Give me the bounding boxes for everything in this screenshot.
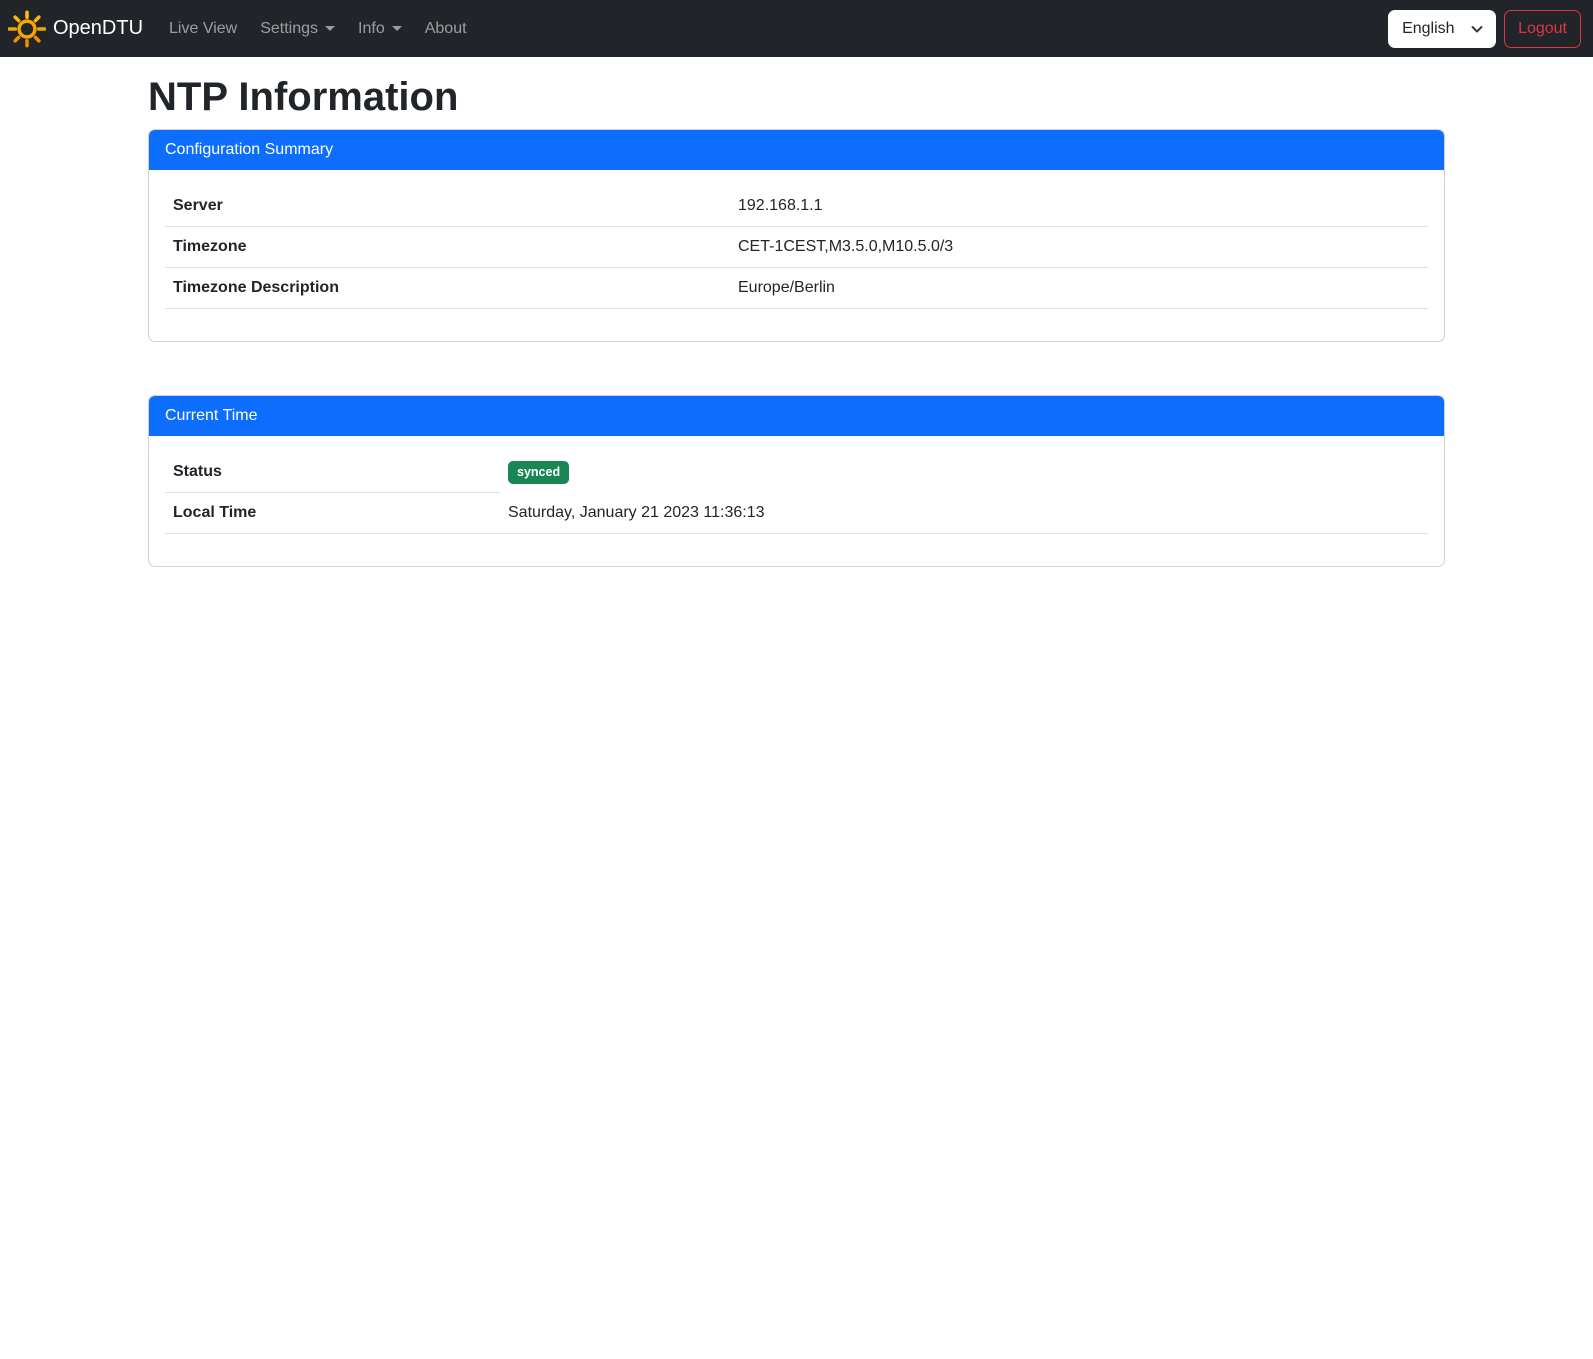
current-time-body: Status synced Local Time Saturday, Janua… — [149, 436, 1444, 566]
nav-item-label: About — [425, 20, 467, 38]
table-row: Local Time Saturday, January 21 2023 11:… — [165, 493, 1428, 534]
configuration-summary-table: Server 192.168.1.1 Timezone CET-1CEST,M3… — [165, 186, 1428, 309]
navbar-right: English Logout — [1388, 10, 1581, 48]
status-badge: synced — [508, 461, 569, 484]
brand-link[interactable]: OpenDTU — [8, 10, 143, 48]
row-label-local-time: Local Time — [165, 493, 500, 534]
nav-item-about[interactable]: About — [417, 12, 475, 46]
row-value-local-time: Saturday, January 21 2023 11:36:13 — [500, 493, 1428, 534]
nav-item-label: Info — [358, 20, 385, 38]
nav-items: Live View Settings Info About — [161, 12, 482, 46]
row-label-server: Server — [165, 186, 730, 227]
configuration-summary-body: Server 192.168.1.1 Timezone CET-1CEST,M3… — [149, 170, 1444, 341]
table-row: Status synced — [165, 452, 1428, 493]
row-label-timezone-description: Timezone Description — [165, 268, 730, 309]
configuration-summary-card: Configuration Summary Server 192.168.1.1… — [148, 129, 1445, 342]
logout-button[interactable]: Logout — [1504, 10, 1581, 48]
language-select-wrap: English — [1388, 10, 1496, 48]
caret-down-icon — [392, 26, 402, 31]
row-value-timezone: CET-1CEST,M3.5.0,M10.5.0/3 — [730, 227, 1428, 268]
row-value-status: synced — [500, 452, 1428, 493]
current-time-table: Status synced Local Time Saturday, Janua… — [165, 452, 1428, 534]
table-row: Timezone Description Europe/Berlin — [165, 268, 1428, 309]
table-row: Timezone CET-1CEST,M3.5.0,M10.5.0/3 — [165, 227, 1428, 268]
current-time-header: Current Time — [149, 396, 1444, 436]
sun-icon — [8, 10, 46, 48]
row-value-server: 192.168.1.1 — [730, 186, 1428, 227]
current-time-card: Current Time Status synced Local Time Sa… — [148, 395, 1445, 567]
configuration-summary-header: Configuration Summary — [149, 130, 1444, 170]
page-title: NTP Information — [148, 73, 1445, 121]
nav-item-info[interactable]: Info — [350, 12, 410, 46]
navbar-left: OpenDTU Live View Settings Info About — [8, 10, 482, 48]
language-select[interactable]: English — [1388, 10, 1496, 48]
nav-item-live-view[interactable]: Live View — [161, 12, 245, 46]
nav-item-label: Live View — [169, 20, 237, 38]
nav-item-settings[interactable]: Settings — [252, 12, 343, 46]
caret-down-icon — [325, 26, 335, 31]
brand-label: OpenDTU — [53, 17, 143, 40]
row-value-timezone-description: Europe/Berlin — [730, 268, 1428, 309]
main-content: NTP Information Configuration Summary Se… — [148, 73, 1445, 567]
navbar: OpenDTU Live View Settings Info About En… — [0, 0, 1593, 57]
row-label-timezone: Timezone — [165, 227, 730, 268]
row-label-status: Status — [165, 452, 500, 493]
nav-item-label: Settings — [260, 20, 318, 38]
table-row: Server 192.168.1.1 — [165, 186, 1428, 227]
